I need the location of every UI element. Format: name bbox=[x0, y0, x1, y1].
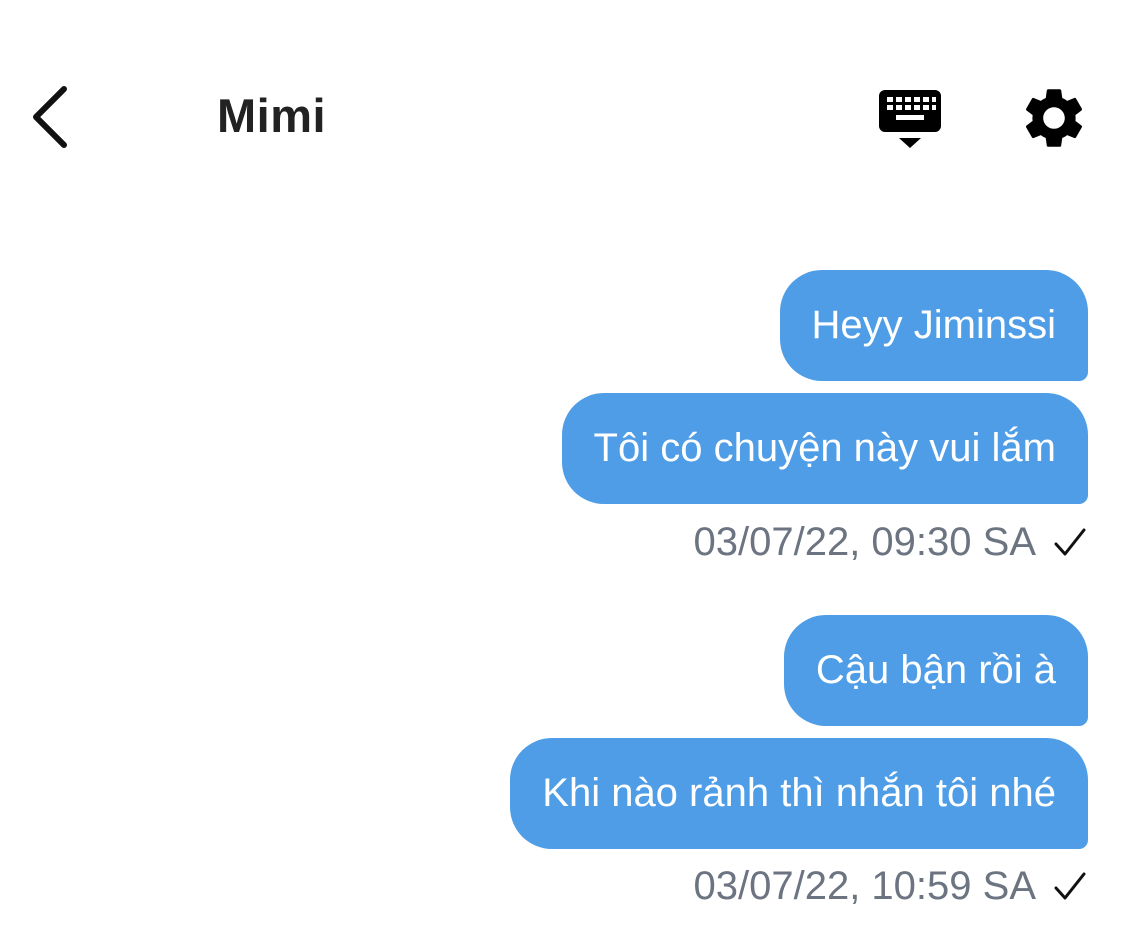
checkmark-icon bbox=[1054, 872, 1086, 900]
gear-icon bbox=[1025, 89, 1083, 147]
back-button[interactable] bbox=[30, 72, 110, 162]
message-timestamp-row: 03/07/22, 09:30 SA bbox=[694, 517, 1089, 567]
chevron-left-icon bbox=[33, 86, 67, 148]
settings-button[interactable] bbox=[1018, 82, 1090, 154]
message-timestamp: 03/07/22, 09:30 SA bbox=[693, 519, 1037, 564]
keyboard-toggle-button[interactable] bbox=[870, 84, 950, 154]
checkmark-icon bbox=[1054, 528, 1086, 556]
chat-title: Mimi bbox=[217, 89, 327, 142]
message-bubble[interactable]: Khi nào rảnh thì nhắn tôi nhé bbox=[510, 738, 1088, 849]
message-timestamp: 03/07/22, 10:59 SA bbox=[693, 863, 1037, 908]
message-timestamp-row: 03/07/22, 10:59 SA bbox=[694, 861, 1089, 911]
keyboard-hide-icon bbox=[879, 90, 941, 148]
chat-header: Mimi bbox=[0, 0, 1125, 200]
message-bubble[interactable]: Heyy Jiminssi bbox=[779, 270, 1088, 381]
message-bubble[interactable]: Cậu bận rồi à bbox=[783, 615, 1088, 726]
message-bubble[interactable]: Tôi có chuyện này vui lắm bbox=[561, 393, 1088, 504]
